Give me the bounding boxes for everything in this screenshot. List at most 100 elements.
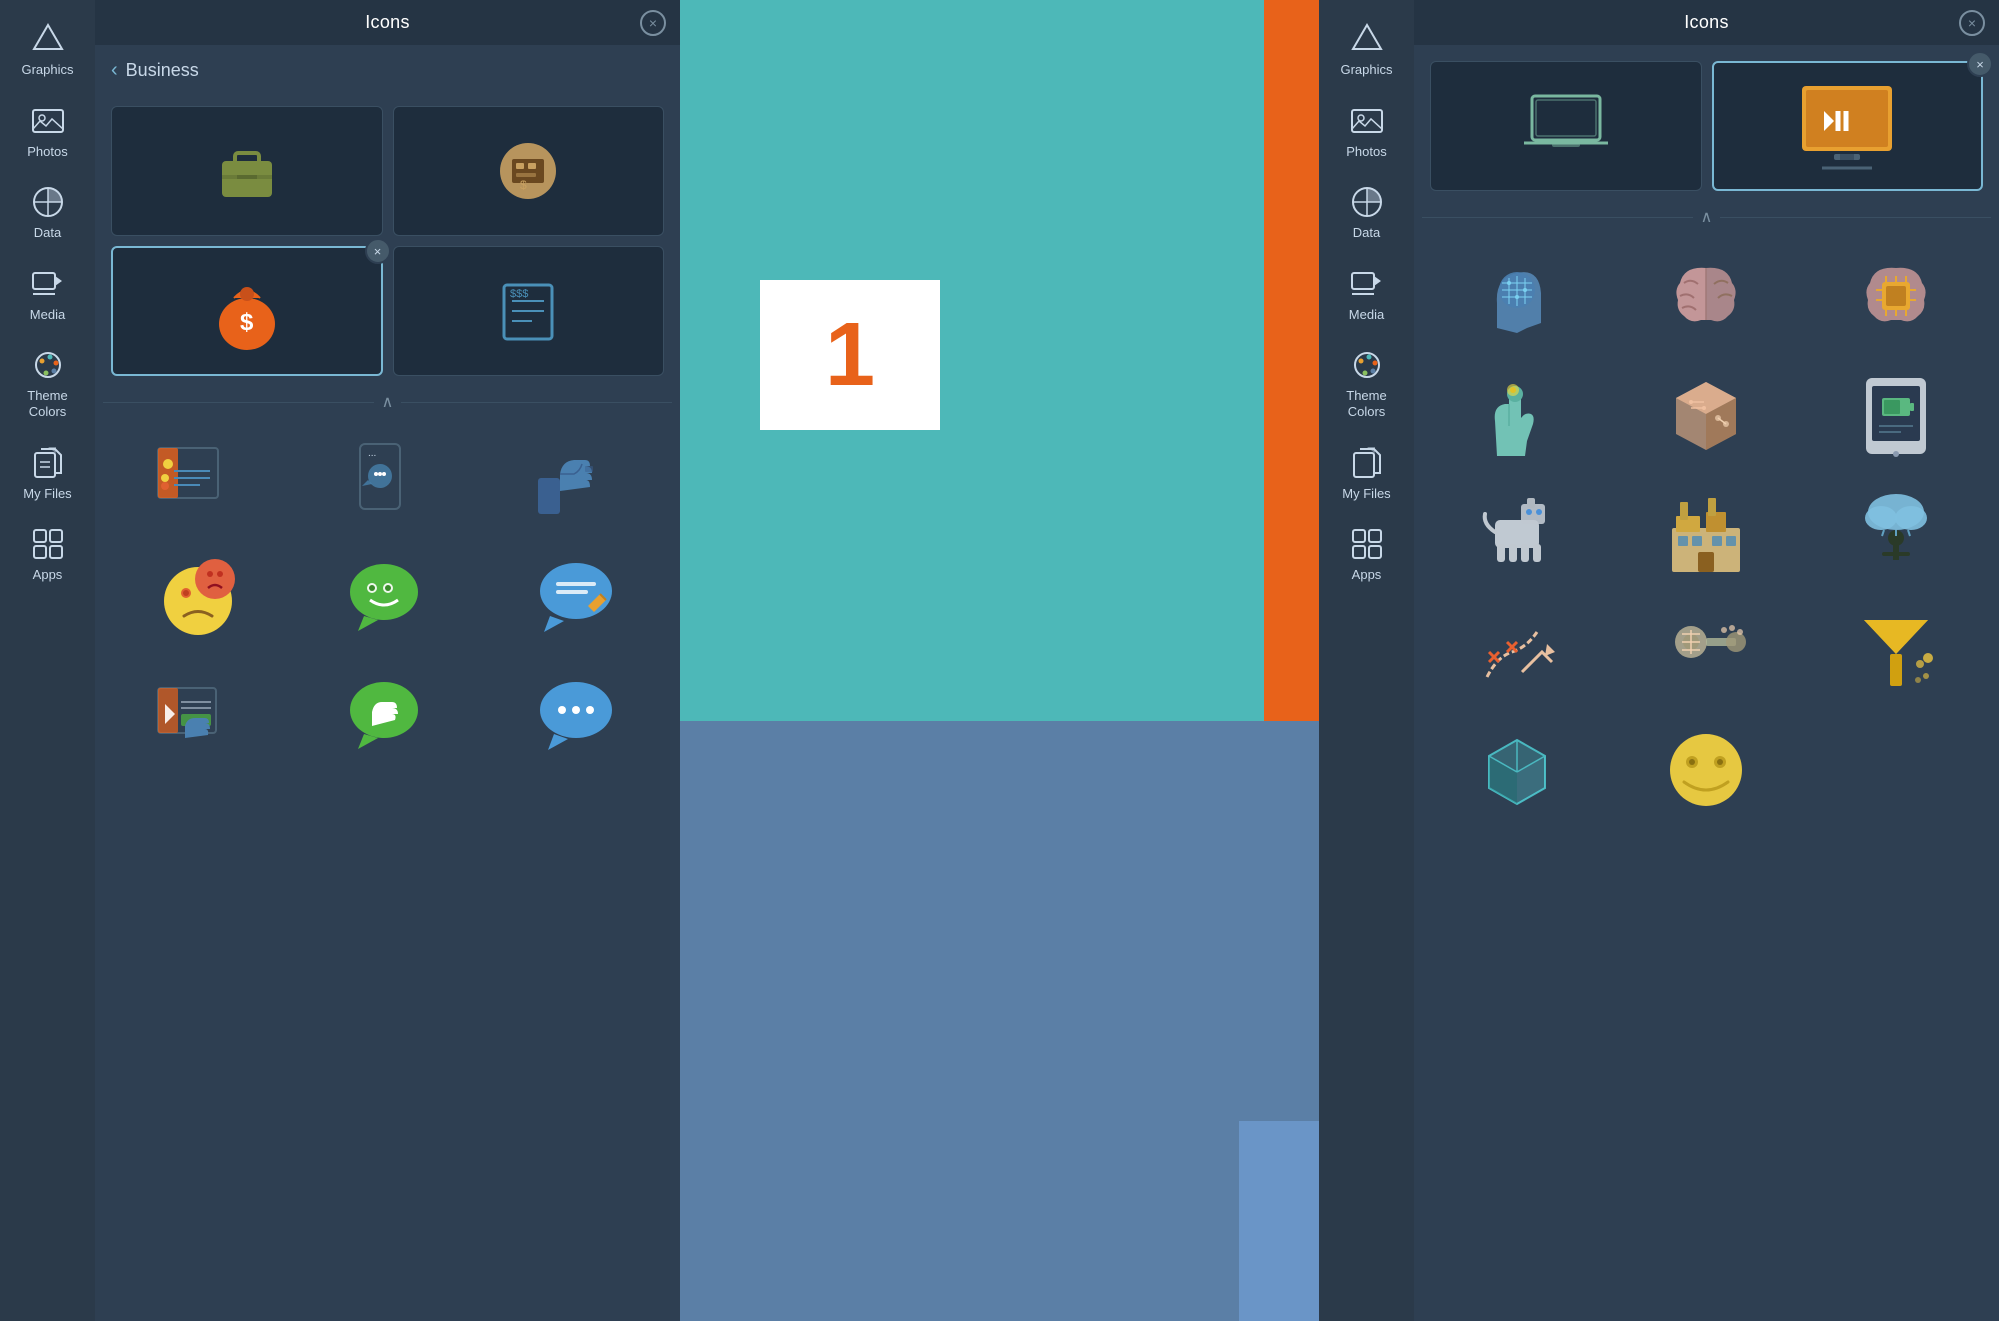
- files-icon: [29, 444, 67, 482]
- sidebar-media-label: Media: [30, 307, 65, 323]
- icon-smiley-sad[interactable]: [107, 546, 289, 656]
- remove-money-bag-button[interactable]: ×: [365, 238, 391, 264]
- r-sidebar-item-data[interactable]: Data: [1319, 171, 1414, 253]
- r-sidebar-data-label: Data: [1353, 225, 1380, 241]
- right-scroll-area[interactable]: [1414, 233, 1999, 1321]
- right-divider: ∧: [1414, 201, 1999, 233]
- icon-phone-chat[interactable]: ...: [297, 428, 479, 538]
- apps-icon: [29, 525, 67, 563]
- right-panel-title: Icons: [1684, 12, 1729, 33]
- sidebar-files-label: My Files: [23, 486, 71, 502]
- r-palette-icon: [1348, 346, 1386, 384]
- right-grid-cell-monitor[interactable]: ×: [1712, 61, 1984, 191]
- divider-arrow-icon: ∧: [382, 392, 394, 412]
- back-nav[interactable]: ‹ Business: [95, 45, 680, 96]
- left-icon-grid: ...: [107, 428, 668, 774]
- r-media-icon: [1348, 265, 1386, 303]
- icon-robot-phone[interactable]: [1805, 361, 1987, 471]
- r-sidebar-item-my-files[interactable]: My Files: [1319, 432, 1414, 514]
- r-graphics-icon: [1348, 20, 1386, 58]
- divider-right-line: [401, 402, 672, 403]
- icon-brain-circuit[interactable]: [1616, 243, 1798, 353]
- r-sidebar-files-label: My Files: [1342, 486, 1390, 502]
- monitor-icon: [1792, 76, 1902, 176]
- back-chevron-icon: ‹: [111, 59, 118, 82]
- invoice-icon: $$$: [488, 271, 568, 351]
- money-bag-icon: $: [202, 266, 292, 356]
- right-close-button[interactable]: ×: [1959, 10, 1985, 36]
- bg-bottom: [680, 721, 1319, 1321]
- icon-speech-bubble-smile[interactable]: [297, 546, 479, 656]
- svg-text:$: $: [240, 309, 254, 336]
- sidebar-item-theme-colors[interactable]: Theme Colors: [0, 334, 95, 431]
- r-photos-icon: [1348, 102, 1386, 140]
- icon-brain-chip[interactable]: [1805, 243, 1987, 353]
- r-sidebar-item-media[interactable]: Media: [1319, 253, 1414, 335]
- r-apps-icon: [1348, 525, 1386, 563]
- left-panel: Graphics Photos D: [0, 0, 680, 1321]
- sidebar-graphics-label: Graphics: [21, 62, 73, 78]
- icon-funnel-gold[interactable]: [1805, 597, 1987, 707]
- grid-cell-invoice[interactable]: $$$: [393, 246, 665, 376]
- left-scroll-area[interactable]: ...: [95, 418, 680, 1321]
- right-sidebar: Graphics Photos D: [1319, 0, 1414, 1321]
- icon-robot-parts[interactable]: [1616, 597, 1798, 707]
- left-panel-header: Icons ×: [95, 0, 680, 45]
- svg-text:$$$: $$$: [510, 288, 528, 300]
- back-label: Business: [126, 60, 199, 81]
- photos-icon: [29, 102, 67, 140]
- icon-cube-3d[interactable]: [1426, 715, 1608, 825]
- sidebar-item-media[interactable]: Media: [0, 253, 95, 335]
- icon-chat-thumbs[interactable]: [297, 664, 479, 774]
- left-close-button[interactable]: ×: [640, 10, 666, 36]
- sidebar-item-photos[interactable]: Photos: [0, 90, 95, 172]
- media-icon: [29, 265, 67, 303]
- remove-monitor-button[interactable]: ×: [1967, 51, 1993, 77]
- graphics-icon: [29, 20, 67, 58]
- r-sidebar-item-apps[interactable]: Apps: [1319, 513, 1414, 595]
- r-divider-arrow-icon: ∧: [1701, 207, 1713, 227]
- icon-robot-hand[interactable]: [1426, 361, 1608, 471]
- bg-blue-accent: [1239, 1121, 1319, 1321]
- icon-path-x[interactable]: [1426, 597, 1608, 707]
- background-area: 1: [680, 0, 1319, 1321]
- r-sidebar-media-label: Media: [1349, 307, 1384, 323]
- right-grid-cell-laptop[interactable]: [1430, 61, 1702, 191]
- icon-speech-pencil[interactable]: [486, 546, 668, 656]
- icon-robot-dog[interactable]: [1426, 479, 1608, 589]
- orange-strip-right: [1264, 0, 1319, 730]
- r-sidebar-item-photos[interactable]: Photos: [1319, 90, 1414, 172]
- sidebar-item-my-files[interactable]: My Files: [0, 432, 95, 514]
- sidebar-item-graphics[interactable]: Graphics: [0, 8, 95, 90]
- grid-cell-money-bag[interactable]: × $: [111, 246, 383, 376]
- r-files-icon: [1348, 444, 1386, 482]
- left-panel-title: Icons: [365, 12, 410, 33]
- icon-review-screen[interactable]: [107, 428, 289, 538]
- icon-factory-building[interactable]: [1616, 479, 1798, 589]
- laptop-icon: [1516, 81, 1616, 171]
- icon-chat-dots[interactable]: [486, 664, 668, 774]
- icon-cloud-tree[interactable]: [1805, 479, 1987, 589]
- r-sidebar-item-theme-colors[interactable]: Theme Colors: [1319, 334, 1414, 431]
- right-icon-grid: [1426, 243, 1987, 825]
- sidebar-apps-label: Apps: [33, 567, 63, 583]
- svg-text:...: ...: [368, 448, 376, 459]
- icon-thumbs-up-hand[interactable]: [486, 428, 668, 538]
- sidebar-photos-label: Photos: [27, 144, 67, 160]
- icon-circuit-cube[interactable]: [1616, 361, 1798, 471]
- icon-smiley-tech[interactable]: [1616, 715, 1798, 825]
- r-sidebar-theme-label: Theme Colors: [1346, 388, 1386, 419]
- sidebar-item-apps[interactable]: Apps: [0, 513, 95, 595]
- left-sidebar: Graphics Photos D: [0, 0, 95, 1321]
- sidebar-item-data[interactable]: Data: [0, 171, 95, 253]
- r-sidebar-item-graphics[interactable]: Graphics: [1319, 8, 1414, 90]
- r-data-icon: [1348, 183, 1386, 221]
- sidebar-data-label: Data: [34, 225, 61, 241]
- icon-ai-head[interactable]: [1426, 243, 1608, 353]
- grid-cell-briefcase[interactable]: [111, 106, 383, 236]
- svg-text:$: $: [520, 178, 527, 192]
- r-sidebar-photos-label: Photos: [1346, 144, 1386, 160]
- palette-icon: [29, 346, 67, 384]
- grid-cell-cash-register[interactable]: $: [393, 106, 665, 236]
- icon-video-thumbs[interactable]: [107, 664, 289, 774]
